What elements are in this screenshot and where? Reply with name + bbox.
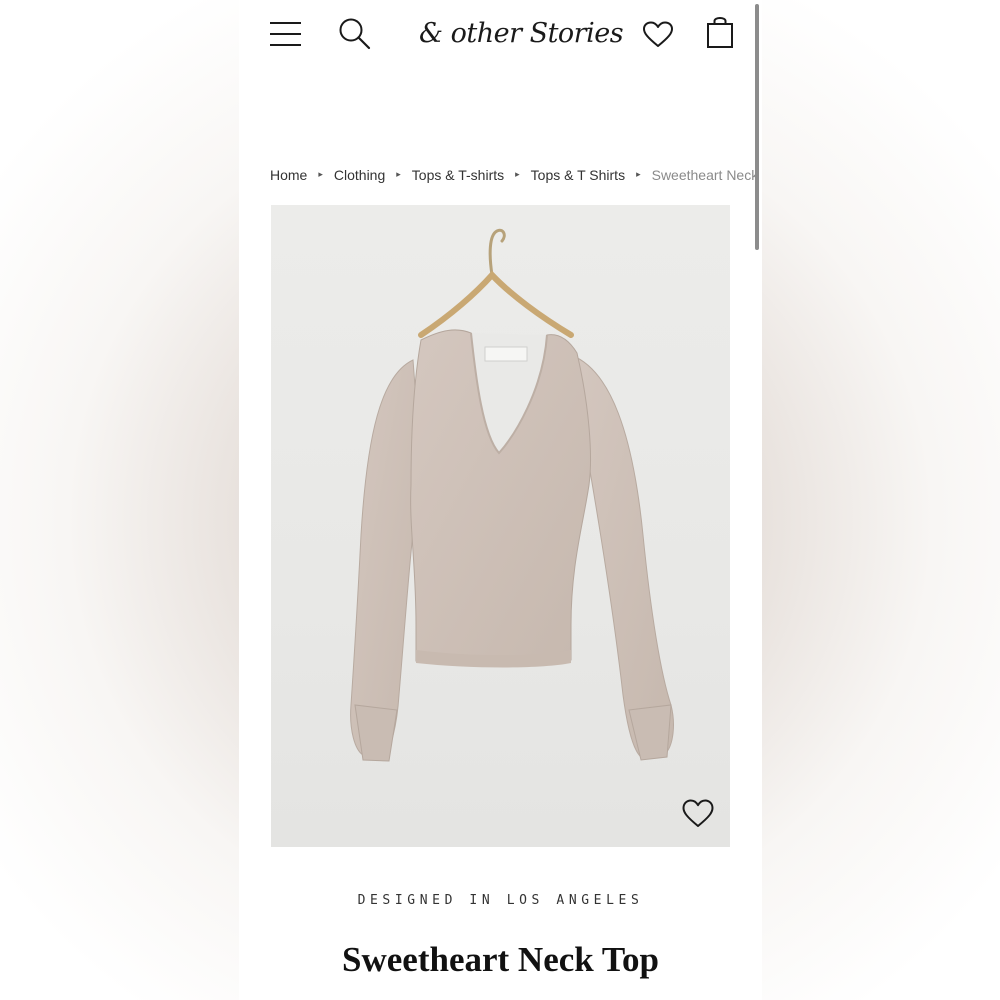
breadcrumb-clothing[interactable]: Clothing [334,167,385,183]
breadcrumb-tops-t-shirts[interactable]: Tops & T-shirts [412,167,504,183]
chevron-right-icon: ▸ [396,168,401,179]
chevron-right-icon: ▸ [515,168,520,179]
wishlist-heart-icon[interactable] [682,799,714,829]
chevron-right-icon: ▸ [636,168,641,179]
product-image[interactable] [271,205,730,847]
scrollbar[interactable] [755,4,759,250]
product-title: Sweetheart Neck Top [342,940,659,979]
product-page: & other Stories Home ▸ Clothing ▸ Tops &… [239,0,762,1000]
menu-icon[interactable] [270,20,301,47]
breadcrumb-tops-t-shirts-sub[interactable]: Tops & T Shirts [531,167,625,183]
shopping-bag-icon[interactable] [706,16,734,49]
search-icon[interactable] [338,17,371,50]
chevron-right-icon: ▸ [318,168,323,179]
brand-logo[interactable]: & other Stories [419,14,624,54]
sweater-on-hanger-image [350,228,674,762]
heart-icon[interactable] [643,21,673,49]
site-header: & other Stories [239,0,762,70]
designed-in-tagline: DESIGNED IN LOS ANGELES [357,893,644,908]
breadcrumb: Home ▸ Clothing ▸ Tops & T-shirts ▸ Tops… [270,164,762,186]
breadcrumb-current: Sweetheart Neck T [651,167,762,183]
breadcrumb-home[interactable]: Home [270,167,307,183]
